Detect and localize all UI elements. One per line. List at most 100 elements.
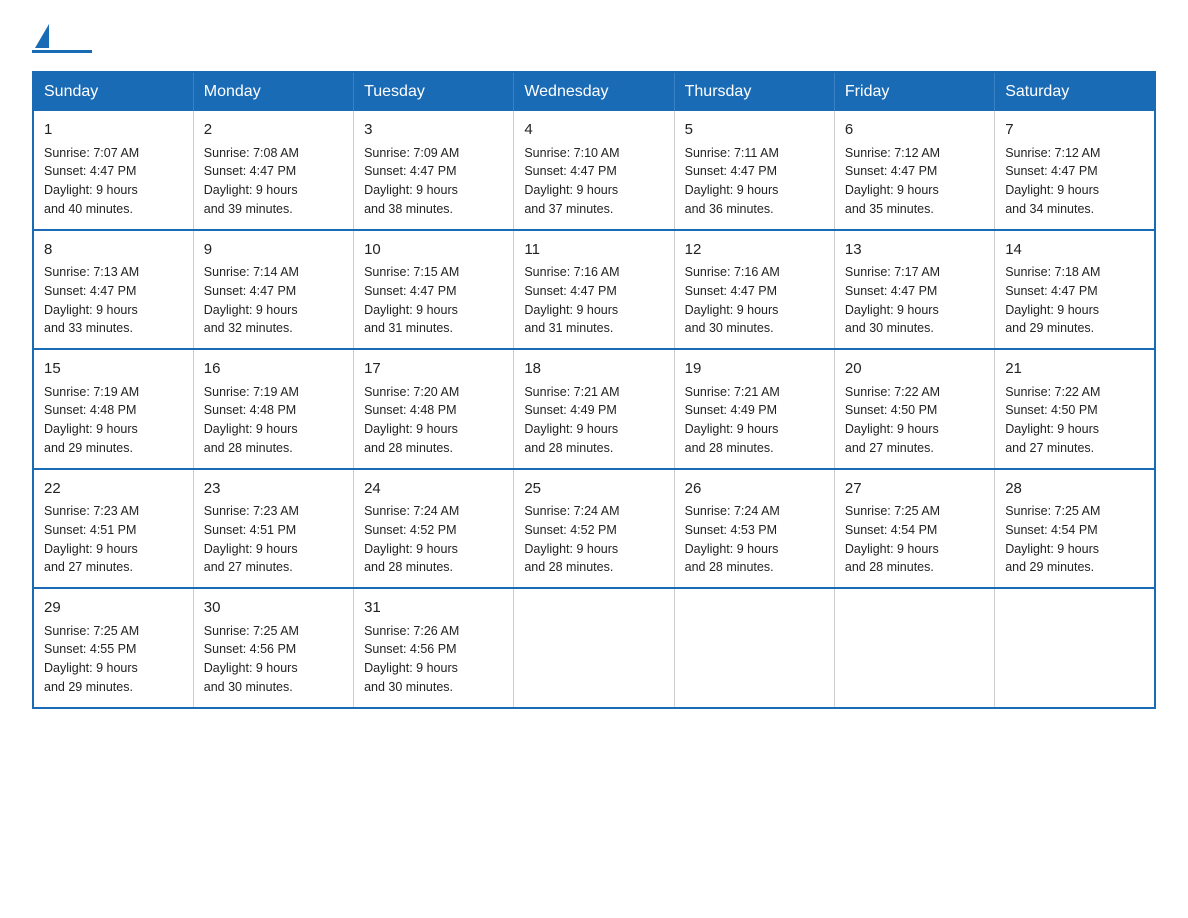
sunrise-label: Sunrise: 7:16 AM bbox=[685, 265, 780, 279]
daylight-label: Daylight: 9 hours bbox=[1005, 542, 1099, 556]
daylight-minutes: and 27 minutes. bbox=[845, 441, 934, 455]
sunset-label: Sunset: 4:51 PM bbox=[44, 523, 136, 537]
calendar-cell bbox=[674, 588, 834, 708]
day-number: 8 bbox=[44, 239, 183, 262]
calendar-cell bbox=[834, 588, 994, 708]
sunrise-label: Sunrise: 7:24 AM bbox=[364, 504, 459, 518]
daylight-minutes: and 30 minutes. bbox=[845, 321, 934, 335]
daylight-minutes: and 29 minutes. bbox=[44, 680, 133, 694]
day-number: 25 bbox=[524, 478, 663, 501]
sunrise-label: Sunrise: 7:24 AM bbox=[685, 504, 780, 518]
daylight-minutes: and 40 minutes. bbox=[44, 202, 133, 216]
sunrise-label: Sunrise: 7:18 AM bbox=[1005, 265, 1100, 279]
daylight-label: Daylight: 9 hours bbox=[524, 183, 618, 197]
calendar-cell: 16Sunrise: 7:19 AMSunset: 4:48 PMDayligh… bbox=[193, 349, 353, 469]
calendar-cell: 7Sunrise: 7:12 AMSunset: 4:47 PMDaylight… bbox=[995, 111, 1155, 230]
sunset-label: Sunset: 4:51 PM bbox=[204, 523, 296, 537]
day-number: 16 bbox=[204, 358, 343, 381]
sunset-label: Sunset: 4:47 PM bbox=[685, 164, 777, 178]
calendar-cell: 24Sunrise: 7:24 AMSunset: 4:52 PMDayligh… bbox=[354, 469, 514, 589]
daylight-minutes: and 34 minutes. bbox=[1005, 202, 1094, 216]
logo-area bbox=[32, 24, 92, 53]
sunset-label: Sunset: 4:47 PM bbox=[364, 284, 456, 298]
daylight-label: Daylight: 9 hours bbox=[204, 422, 298, 436]
calendar-cell: 19Sunrise: 7:21 AMSunset: 4:49 PMDayligh… bbox=[674, 349, 834, 469]
sunset-label: Sunset: 4:50 PM bbox=[845, 403, 937, 417]
daylight-label: Daylight: 9 hours bbox=[364, 422, 458, 436]
calendar-cell: 11Sunrise: 7:16 AMSunset: 4:47 PMDayligh… bbox=[514, 230, 674, 350]
sunset-label: Sunset: 4:55 PM bbox=[44, 642, 136, 656]
sunrise-label: Sunrise: 7:25 AM bbox=[204, 624, 299, 638]
daylight-label: Daylight: 9 hours bbox=[364, 661, 458, 675]
sunset-label: Sunset: 4:47 PM bbox=[685, 284, 777, 298]
day-number: 27 bbox=[845, 478, 984, 501]
calendar-cell: 28Sunrise: 7:25 AMSunset: 4:54 PMDayligh… bbox=[995, 469, 1155, 589]
day-number: 29 bbox=[44, 597, 183, 620]
sunset-label: Sunset: 4:54 PM bbox=[845, 523, 937, 537]
daylight-minutes: and 27 minutes. bbox=[204, 560, 293, 574]
sunset-label: Sunset: 4:47 PM bbox=[524, 284, 616, 298]
day-number: 10 bbox=[364, 239, 503, 262]
daylight-label: Daylight: 9 hours bbox=[524, 542, 618, 556]
day-header-saturday: Saturday bbox=[995, 72, 1155, 111]
day-number: 24 bbox=[364, 478, 503, 501]
daylight-minutes: and 28 minutes. bbox=[845, 560, 934, 574]
sunrise-label: Sunrise: 7:16 AM bbox=[524, 265, 619, 279]
calendar-cell: 14Sunrise: 7:18 AMSunset: 4:47 PMDayligh… bbox=[995, 230, 1155, 350]
day-header-wednesday: Wednesday bbox=[514, 72, 674, 111]
calendar-cell: 6Sunrise: 7:12 AMSunset: 4:47 PMDaylight… bbox=[834, 111, 994, 230]
sunrise-label: Sunrise: 7:11 AM bbox=[685, 146, 779, 160]
daylight-minutes: and 35 minutes. bbox=[845, 202, 934, 216]
daylight-label: Daylight: 9 hours bbox=[204, 542, 298, 556]
calendar-cell: 4Sunrise: 7:10 AMSunset: 4:47 PMDaylight… bbox=[514, 111, 674, 230]
day-header-friday: Friday bbox=[834, 72, 994, 111]
day-number: 5 bbox=[685, 119, 824, 142]
daylight-minutes: and 32 minutes. bbox=[204, 321, 293, 335]
day-number: 28 bbox=[1005, 478, 1144, 501]
daylight-label: Daylight: 9 hours bbox=[845, 422, 939, 436]
daylight-minutes: and 27 minutes. bbox=[44, 560, 133, 574]
calendar-cell bbox=[514, 588, 674, 708]
daylight-label: Daylight: 9 hours bbox=[685, 183, 779, 197]
daylight-label: Daylight: 9 hours bbox=[1005, 183, 1099, 197]
calendar-cell: 20Sunrise: 7:22 AMSunset: 4:50 PMDayligh… bbox=[834, 349, 994, 469]
sunrise-label: Sunrise: 7:22 AM bbox=[845, 385, 940, 399]
daylight-label: Daylight: 9 hours bbox=[1005, 422, 1099, 436]
daylight-minutes: and 33 minutes. bbox=[44, 321, 133, 335]
daylight-label: Daylight: 9 hours bbox=[44, 422, 138, 436]
header bbox=[32, 24, 1156, 53]
daylight-minutes: and 37 minutes. bbox=[524, 202, 613, 216]
day-header-row: SundayMondayTuesdayWednesdayThursdayFrid… bbox=[33, 72, 1155, 111]
day-number: 15 bbox=[44, 358, 183, 381]
calendar-cell: 8Sunrise: 7:13 AMSunset: 4:47 PMDaylight… bbox=[33, 230, 193, 350]
sunrise-label: Sunrise: 7:25 AM bbox=[845, 504, 940, 518]
day-number: 26 bbox=[685, 478, 824, 501]
day-number: 31 bbox=[364, 597, 503, 620]
sunset-label: Sunset: 4:49 PM bbox=[685, 403, 777, 417]
sunset-label: Sunset: 4:50 PM bbox=[1005, 403, 1097, 417]
logo-underline bbox=[32, 50, 92, 53]
sunrise-label: Sunrise: 7:13 AM bbox=[44, 265, 139, 279]
sunset-label: Sunset: 4:47 PM bbox=[44, 164, 136, 178]
sunrise-label: Sunrise: 7:17 AM bbox=[845, 265, 940, 279]
day-number: 18 bbox=[524, 358, 663, 381]
daylight-minutes: and 28 minutes. bbox=[685, 560, 774, 574]
daylight-minutes: and 31 minutes. bbox=[524, 321, 613, 335]
sunrise-label: Sunrise: 7:26 AM bbox=[364, 624, 459, 638]
calendar-cell: 2Sunrise: 7:08 AMSunset: 4:47 PMDaylight… bbox=[193, 111, 353, 230]
sunset-label: Sunset: 4:47 PM bbox=[1005, 284, 1097, 298]
day-number: 12 bbox=[685, 239, 824, 262]
sunset-label: Sunset: 4:56 PM bbox=[364, 642, 456, 656]
day-number: 4 bbox=[524, 119, 663, 142]
daylight-minutes: and 30 minutes. bbox=[364, 680, 453, 694]
daylight-label: Daylight: 9 hours bbox=[845, 542, 939, 556]
sunset-label: Sunset: 4:47 PM bbox=[204, 284, 296, 298]
day-number: 13 bbox=[845, 239, 984, 262]
day-number: 21 bbox=[1005, 358, 1144, 381]
sunrise-label: Sunrise: 7:24 AM bbox=[524, 504, 619, 518]
logo bbox=[32, 24, 50, 48]
daylight-label: Daylight: 9 hours bbox=[44, 183, 138, 197]
calendar-cell bbox=[995, 588, 1155, 708]
daylight-minutes: and 30 minutes. bbox=[204, 680, 293, 694]
sunrise-label: Sunrise: 7:21 AM bbox=[524, 385, 619, 399]
